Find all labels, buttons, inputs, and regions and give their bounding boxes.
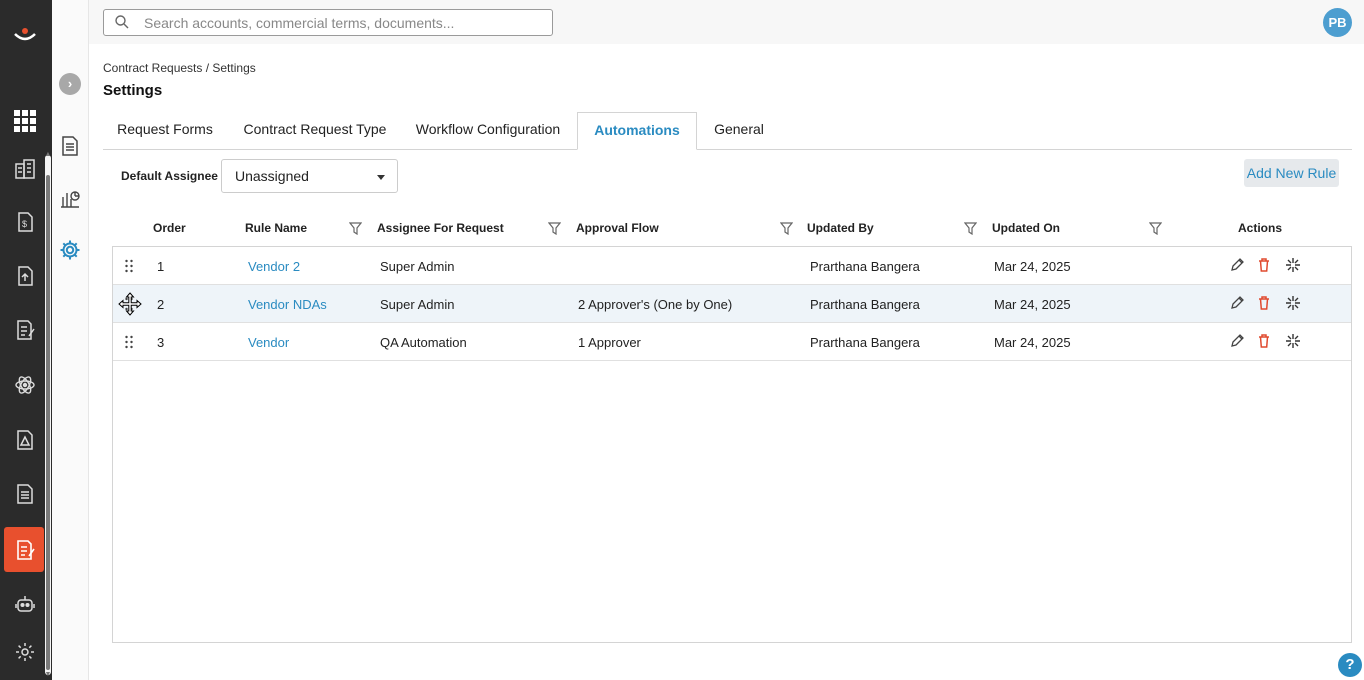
- search-icon: [115, 15, 129, 29]
- drag-handle-icon[interactable]: [124, 335, 134, 349]
- atom-icon[interactable]: [12, 372, 38, 398]
- automation-sparkle-icon[interactable]: [1285, 257, 1301, 273]
- updated-by-cell: Prarthana Bangera: [810, 259, 920, 274]
- rule-name-link[interactable]: Vendor: [248, 335, 289, 350]
- tab-workflow-configuration[interactable]: Workflow Configuration: [403, 112, 573, 150]
- updated-on-cell: Mar 24, 2025: [994, 335, 1071, 350]
- approval-flow-filter-icon[interactable]: [780, 222, 793, 235]
- delete-trash-icon[interactable]: [1256, 333, 1272, 349]
- svg-text:$: $: [22, 219, 27, 229]
- col-updated-by[interactable]: Updated By: [807, 221, 874, 235]
- col-updated-on[interactable]: Updated On: [992, 221, 1060, 235]
- rule-name-link[interactable]: Vendor NDAs: [248, 297, 327, 312]
- app-logo[interactable]: [10, 20, 40, 50]
- edit-pencil-icon[interactable]: [1229, 333, 1245, 349]
- approval-flow-cell: 1 Approver: [578, 335, 641, 350]
- col-assignee[interactable]: Assignee For Request: [377, 221, 504, 235]
- updated-by-filter-icon[interactable]: [964, 222, 977, 235]
- updated-on-cell: Mar 24, 2025: [994, 259, 1071, 274]
- table-row[interactable]: 1 Vendor 2 Super Admin Prarthana Bangera…: [113, 247, 1351, 285]
- dollar-transfer-icon[interactable]: $: [12, 209, 38, 235]
- edit-pencil-icon[interactable]: [1229, 257, 1245, 273]
- automation-sparkle-icon[interactable]: [1285, 295, 1301, 311]
- tab-request-forms[interactable]: Request Forms: [103, 112, 227, 150]
- top-bar: PB: [89, 0, 1364, 44]
- table-row[interactable]: 3 Vendor QA Automation 1 Approver Prarth…: [113, 323, 1351, 361]
- order-cell: 3: [157, 335, 165, 350]
- scroll-up-icon[interactable]: ▲: [44, 151, 52, 159]
- col-actions: Actions: [1238, 221, 1283, 235]
- assignee-cell: Super Admin: [380, 259, 455, 274]
- main-nav-rail: $ ▲ ▼: [0, 0, 52, 680]
- col-rule-name[interactable]: Rule Name: [245, 221, 307, 235]
- document-list-icon[interactable]: [12, 481, 38, 507]
- nav-scrollbar[interactable]: [45, 155, 51, 675]
- approval-flow-cell: 2 Approver's (One by One): [578, 297, 733, 312]
- search-input[interactable]: [144, 13, 544, 32]
- caret-down-icon: [377, 175, 385, 180]
- col-approval-flow[interactable]: Approval Flow: [576, 221, 659, 235]
- updated-by-cell: Prarthana Bangera: [810, 335, 920, 350]
- delete-trash-icon[interactable]: [1256, 295, 1272, 311]
- settings-active-icon[interactable]: [59, 239, 83, 263]
- default-assignee-label: Default Assignee: [121, 169, 218, 183]
- sub-nav-rail: ›: [52, 0, 89, 680]
- rule-name-link[interactable]: Vendor 2: [248, 259, 300, 274]
- updated-by-cell: Prarthana Bangera: [810, 297, 920, 312]
- scroll-down-icon[interactable]: ▼: [44, 671, 52, 679]
- help-button[interactable]: ?: [1338, 653, 1362, 677]
- contract-request-icon[interactable]: [12, 537, 38, 563]
- global-search[interactable]: [103, 9, 553, 36]
- assignee-cell: QA Automation: [380, 335, 467, 350]
- tab-automations[interactable]: Automations: [577, 112, 697, 150]
- apps-grid-icon[interactable]: [12, 108, 38, 134]
- expand-chevron-icon[interactable]: ›: [59, 73, 81, 95]
- page-title: Settings: [103, 82, 163, 99]
- breadcrumb: Contract Requests / Settings: [103, 61, 256, 75]
- updated-on-filter-icon[interactable]: [1149, 222, 1162, 235]
- move-cursor-icon: [118, 292, 142, 316]
- tab-general[interactable]: General: [701, 112, 777, 150]
- edit-pencil-icon[interactable]: [1229, 295, 1245, 311]
- buildings-icon[interactable]: [12, 156, 38, 182]
- document-upload-icon[interactable]: [12, 263, 38, 289]
- document-alert-icon[interactable]: [12, 427, 38, 453]
- robot-icon[interactable]: [12, 591, 38, 617]
- delete-trash-icon[interactable]: [1256, 257, 1272, 273]
- user-avatar[interactable]: PB: [1323, 8, 1352, 37]
- document-icon[interactable]: [59, 135, 83, 159]
- assignee-cell: Super Admin: [380, 297, 455, 312]
- assignee-filter-icon[interactable]: [548, 222, 561, 235]
- updated-on-cell: Mar 24, 2025: [994, 297, 1071, 312]
- rules-table-body: 1 Vendor 2 Super Admin Prarthana Bangera…: [112, 246, 1352, 643]
- order-cell: 2: [157, 297, 165, 312]
- add-new-rule-button[interactable]: Add New Rule: [1244, 159, 1339, 187]
- automation-sparkle-icon[interactable]: [1285, 333, 1301, 349]
- settings-gear-icon[interactable]: [12, 639, 38, 665]
- order-cell: 1: [157, 259, 165, 274]
- col-order[interactable]: Order: [153, 221, 186, 235]
- tab-contract-request-type[interactable]: Contract Request Type: [230, 112, 400, 150]
- default-assignee-select[interactable]: Unassigned: [221, 159, 398, 193]
- default-assignee-value: Unassigned: [235, 168, 309, 184]
- report-chart-icon[interactable]: [59, 187, 83, 211]
- table-row[interactable]: 2 Vendor NDAs Super Admin 2 Approver's (…: [113, 285, 1351, 323]
- document-edit-icon[interactable]: [12, 317, 38, 343]
- rules-table-header: Order Rule Name Assignee For Request App…: [112, 212, 1352, 246]
- drag-handle-icon[interactable]: [124, 259, 134, 273]
- settings-tabs: Request Forms Contract Request Type Work…: [103, 112, 1352, 150]
- rule-name-filter-icon[interactable]: [349, 222, 362, 235]
